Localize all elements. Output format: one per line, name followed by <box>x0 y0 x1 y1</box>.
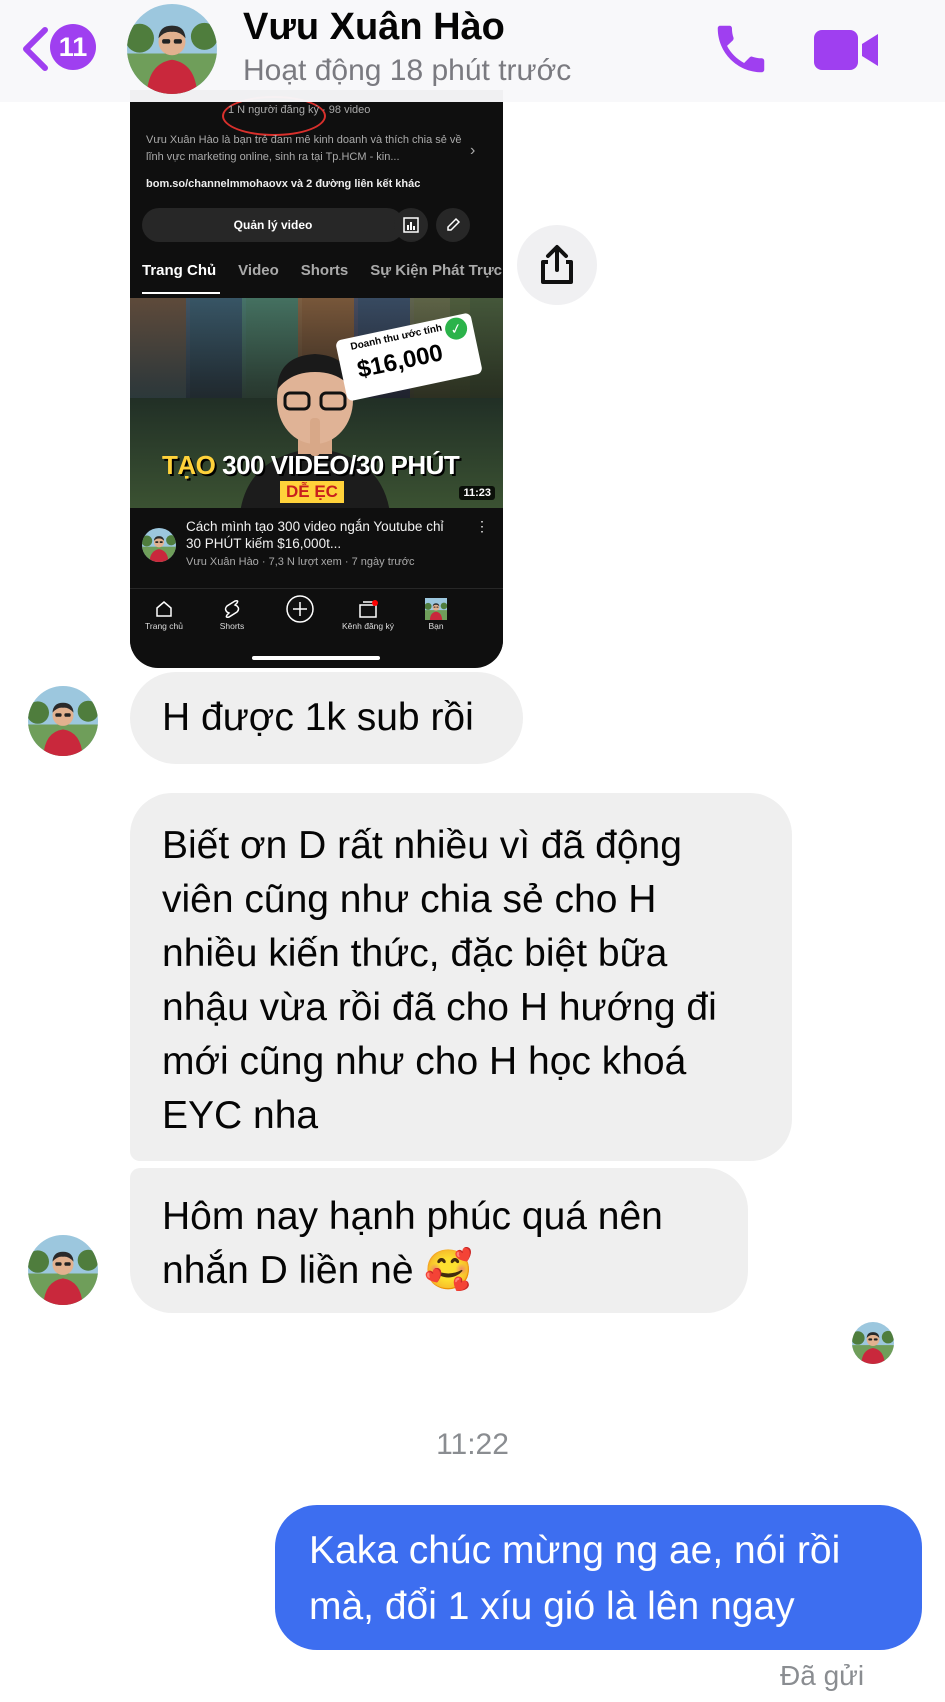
checkmark-icon: ✓ <box>443 315 470 342</box>
sender-avatar[interactable] <box>28 686 98 756</box>
red-circle-annotation <box>222 96 326 136</box>
channel-tabs: Trang Chủ Video Shorts Sự Kiện Phát Trực <box>142 262 503 290</box>
thumbnail-headline: TẠO 300 VIDEO/30 PHÚT <box>162 450 460 480</box>
profile-avatar-icon <box>402 597 470 621</box>
video-thumbnail: Doanh thu ước tính $16,000 ✓ TẠO 300 VID… <box>130 298 503 508</box>
home-indicator <box>252 656 380 660</box>
received-message[interactable]: Hôm nay hạnh phúc quá nên nhắn D liền nè… <box>130 1168 748 1313</box>
more-vertical-icon: ⋮ <box>475 518 489 534</box>
channel-links: bom.so/channelmmohaovx và 2 đường liên k… <box>146 178 421 190</box>
nav-subscriptions: Kênh đăng ký <box>334 597 402 631</box>
analytics-icon <box>394 208 428 242</box>
audio-call-button[interactable] <box>710 18 772 80</box>
pencil-icon <box>436 208 470 242</box>
timestamp: 11:22 <box>436 1428 509 1461</box>
delivery-status: Đã gửi <box>780 1660 865 1691</box>
nav-shorts: Shorts <box>198 597 266 631</box>
sender-avatar[interactable] <box>28 1235 98 1305</box>
nav-home: Trang chủ <box>130 597 198 631</box>
video-camera-icon <box>814 30 878 70</box>
contact-avatar[interactable] <box>127 4 217 94</box>
nav-create <box>266 595 334 623</box>
home-icon <box>130 597 198 621</box>
chevron-left-icon <box>23 27 48 71</box>
video-call-button[interactable] <box>810 22 882 78</box>
video-duration: 11:23 <box>459 486 495 500</box>
read-receipt-avatar <box>852 1322 894 1364</box>
active-tab-indicator <box>142 292 220 294</box>
shared-screenshot-image[interactable]: 1 N người đăng ký · 98 video Vưu Xuân Hà… <box>130 90 503 668</box>
thumbnail-tag: DỄ ẸC <box>280 481 344 503</box>
channel-subscribers: 1 N người đăng ký · 98 video <box>228 104 371 116</box>
video-title: Cách mình tạo 300 video ngắn Youtube chỉ… <box>186 519 444 551</box>
shorts-icon <box>198 597 266 621</box>
tab-shorts: Shorts <box>300 262 349 279</box>
share-icon <box>541 245 573 284</box>
chat-header: 11 Vưu Xuân Hào Hoạt động 18 phút trước <box>0 0 945 102</box>
plus-circle-icon <box>266 595 334 623</box>
unread-count-badge: 11 <box>50 24 96 70</box>
tab-live: Sự Kiện Phát Trực <box>370 262 503 279</box>
youtube-bottom-nav: Trang chủ Shorts Kênh đăng ký Bạn <box>130 588 503 651</box>
received-message[interactable]: Biết ơn D rất nhiều vì đã động viên cũng… <box>130 793 792 1161</box>
sent-message[interactable]: Kaka chúc mừng ng ae, nói rồi mà, đổi 1 … <box>275 1505 922 1650</box>
back-button[interactable]: 11 <box>20 20 100 78</box>
tab-home: Trang Chủ <box>142 262 217 279</box>
video-stats: Vưu Xuân Hào · 7,3 N lượt xem · 7 ngày t… <box>186 556 415 568</box>
chevron-right-icon: › <box>470 142 476 159</box>
tab-video: Video <box>238 262 279 279</box>
nav-you: Bạn <box>402 597 470 631</box>
channel-avatar <box>142 528 176 562</box>
channel-description: Vưu Xuân Hào là bạn trẻ đam mê kinh doan… <box>146 134 462 163</box>
contact-status: Hoạt động 18 phút trước <box>243 54 572 87</box>
share-button[interactable] <box>517 225 597 305</box>
contact-name[interactable]: Vưu Xuân Hào <box>243 6 505 49</box>
subscriptions-icon <box>334 597 402 621</box>
received-message[interactable]: H được 1k sub rồi <box>130 672 523 764</box>
phone-icon <box>717 25 765 73</box>
manage-videos-button: Quản lý video <box>142 208 404 242</box>
